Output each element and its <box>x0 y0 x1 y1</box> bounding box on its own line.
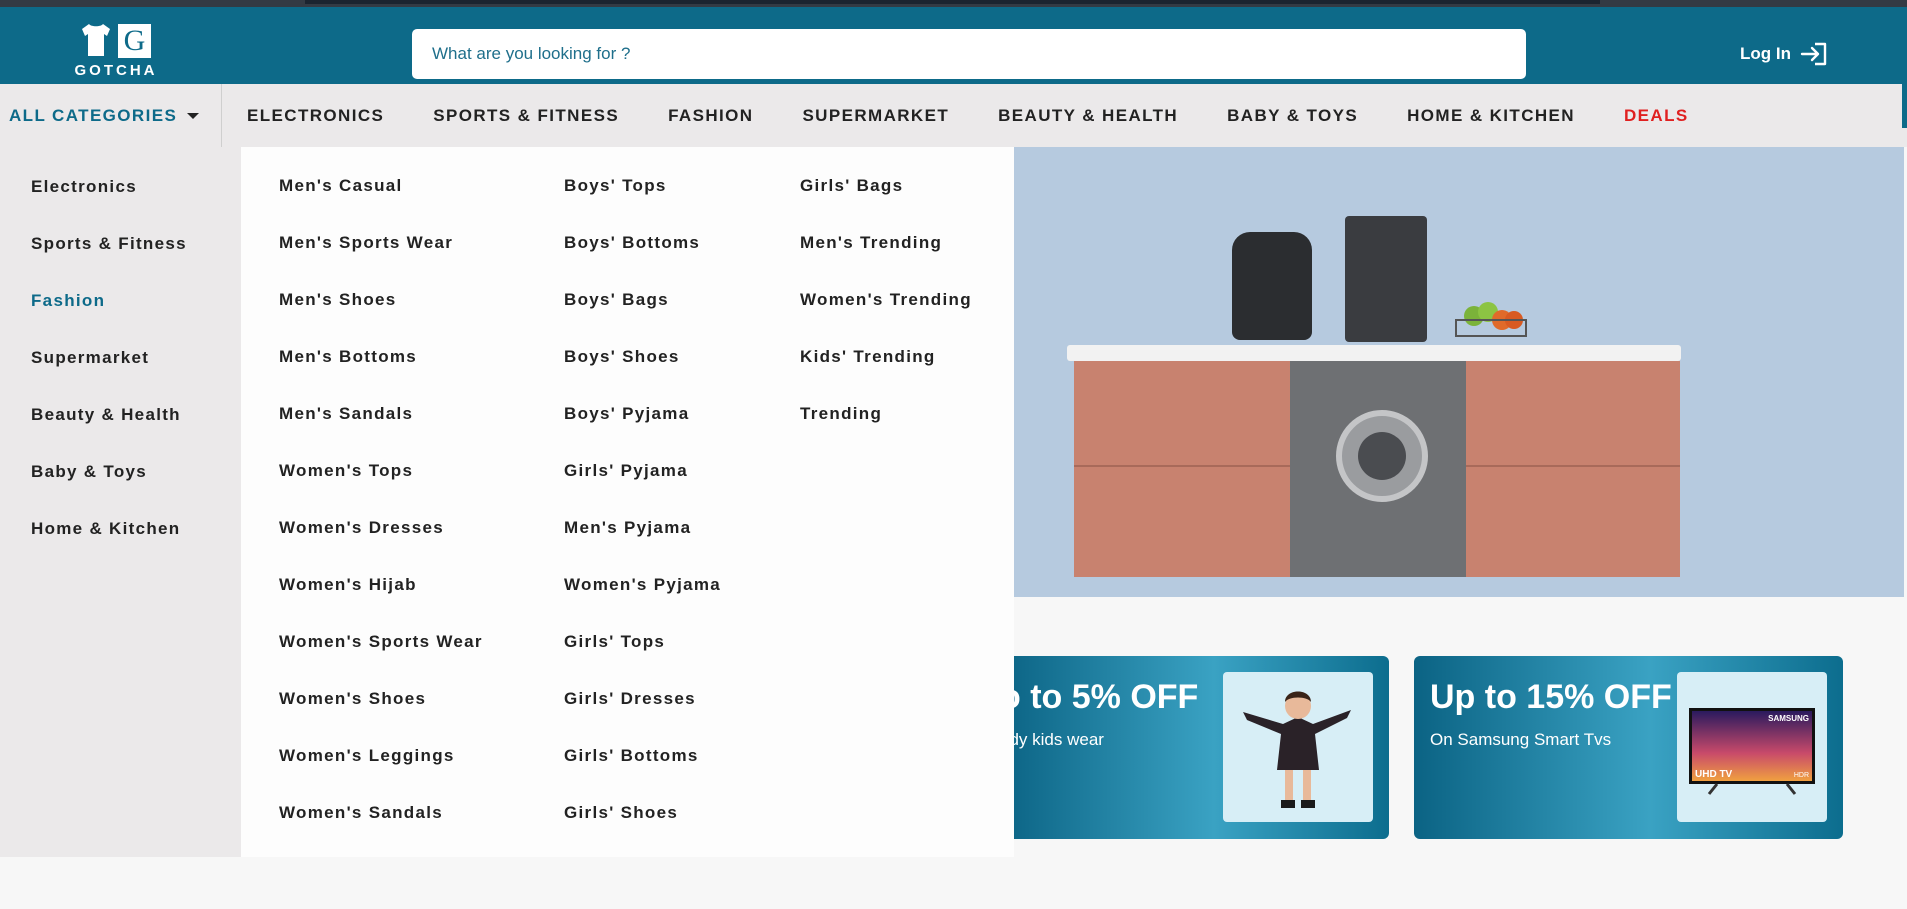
subcategory-link[interactable]: Women's Dresses <box>279 518 444 538</box>
subcategory-link[interactable]: Men's Sandals <box>279 404 413 424</box>
subcategory-link[interactable]: Girls' Pyjama <box>564 461 688 481</box>
subcategory-link[interactable]: Women's Tops <box>279 461 413 481</box>
tv-hdr-label: HDR <box>1794 772 1809 779</box>
search-bar[interactable] <box>412 29 1526 79</box>
site-header: G GOTCHA Log In <box>0 7 1907 84</box>
cabinet-left-image <box>1074 361 1290 577</box>
subcategory-link[interactable]: Boys' Bags <box>564 290 669 310</box>
air-fryer-image <box>1232 232 1312 340</box>
login-label: Log In <box>1740 44 1791 63</box>
subcategory-link[interactable]: Boys' Pyjama <box>564 404 689 424</box>
subcategory-link[interactable]: Men's Pyjama <box>564 518 691 538</box>
subcategory-link[interactable]: Women's Sandals <box>279 803 443 823</box>
subcategory-link[interactable]: Women's Pyjama <box>564 575 721 595</box>
category-item-supermarket[interactable]: Supermarket <box>31 348 149 368</box>
promo-subtitle: udy kids wear <box>1000 730 1104 749</box>
nav-link-sports-fitness[interactable]: SPORTS & FITNESS <box>433 106 619 126</box>
kid-image <box>1223 672 1373 822</box>
login-button[interactable]: Log In <box>1740 37 1829 71</box>
subcategory-link[interactable]: Women's Shoes <box>279 689 426 709</box>
fruit-basket-image <box>1455 302 1527 337</box>
nav-link-electronics[interactable]: ELECTRONICS <box>247 106 384 126</box>
gotcha-logo[interactable]: G GOTCHA <box>70 19 166 79</box>
countertop-image <box>1067 345 1681 361</box>
promo-title: o to 5% OFF <box>1000 678 1199 716</box>
subcategory-link[interactable]: Men's Trending <box>800 233 942 253</box>
washer-drum-image <box>1336 410 1428 502</box>
nav-link-baby-toys[interactable]: BABY & TOYS <box>1227 106 1358 126</box>
nav-links: ELECTRONICS SPORTS & FITNESS FASHION SUP… <box>247 84 1738 147</box>
subcategory-link[interactable]: Girls' Bags <box>800 176 903 196</box>
subcategory-link[interactable]: Trending <box>800 404 882 424</box>
nav-link-home-kitchen[interactable]: HOME & KITCHEN <box>1407 106 1575 126</box>
subcategory-link[interactable]: Men's Bottoms <box>279 347 417 367</box>
promo-subtitle: On Samsung Smart Tvs <box>1430 730 1612 749</box>
subcategory-link[interactable]: Kids' Trending <box>800 347 936 367</box>
category-item-home-kitchen[interactable]: Home & Kitchen <box>31 519 181 539</box>
category-item-sports-fitness[interactable]: Sports & Fitness <box>31 234 187 254</box>
tshirt-icon <box>82 24 110 56</box>
login-icon <box>1800 42 1827 66</box>
subcategory-link[interactable]: Boys' Tops <box>564 176 667 196</box>
all-categories-button[interactable]: ALL CATEGORIES <box>0 84 222 147</box>
search-input[interactable] <box>432 29 1512 79</box>
subcategory-link[interactable]: Women's Sports Wear <box>279 632 483 652</box>
browser-tab-strip <box>305 0 1600 4</box>
subcategory-link[interactable]: Women's Leggings <box>279 746 455 766</box>
category-item-beauty-health[interactable]: Beauty & Health <box>31 405 181 425</box>
mega-menu-dropdown: Electronics Sports & Fitness Fashion Sup… <box>0 147 1014 857</box>
subcategory-link[interactable]: Women's Hijab <box>279 575 417 595</box>
subcategory-link[interactable]: Girls' Tops <box>564 632 665 652</box>
subcategory-link[interactable]: Girls' Bottoms <box>564 746 699 766</box>
category-item-electronics[interactable]: Electronics <box>31 177 137 197</box>
samsung-tv-image: SAMSUNG UHD TV HDR <box>1677 672 1827 822</box>
all-categories-label: ALL CATEGORIES <box>9 105 178 125</box>
logo-wordmark: GOTCHA <box>74 62 158 79</box>
caret-down-icon <box>187 112 200 119</box>
subcategory-link[interactable]: Men's Shoes <box>279 290 397 310</box>
tv-uhd-label: UHD TV <box>1695 769 1733 780</box>
tv-brand-label: SAMSUNG <box>1768 714 1809 723</box>
subcategory-link[interactable]: Girls' Shoes <box>564 803 678 823</box>
promo-title: Up to 15% OFF <box>1430 678 1672 716</box>
nav-link-fashion[interactable]: FASHION <box>668 106 753 126</box>
nav-link-beauty-health[interactable]: BEAUTY & HEALTH <box>998 106 1178 126</box>
category-list: Electronics Sports & Fitness Fashion Sup… <box>0 147 241 857</box>
subcategory-link[interactable]: Boys' Bottoms <box>564 233 700 253</box>
logo-letter: G <box>118 24 151 58</box>
nav-link-supermarket[interactable]: SUPERMARKET <box>802 106 949 126</box>
subcategory-link[interactable]: Women's Trending <box>800 290 972 310</box>
navbar-scroll-edge <box>1902 84 1907 128</box>
cabinet-right-image <box>1466 361 1680 577</box>
subcategory-link[interactable]: Girls' Dresses <box>564 689 696 709</box>
promo-card-kids[interactable]: o to 5% OFF udy kids wear <box>1000 656 1389 839</box>
category-item-baby-toys[interactable]: Baby & Toys <box>31 462 147 482</box>
promo-card-samsung[interactable]: Up to 15% OFF On Samsung Smart Tvs SAMSU… <box>1414 656 1843 839</box>
browser-top-strip <box>0 0 1907 7</box>
nav-link-deals[interactable]: DEALS <box>1624 106 1689 126</box>
coffee-machine-image <box>1345 216 1427 342</box>
category-item-fashion[interactable]: Fashion <box>31 291 105 311</box>
subcategory-link[interactable]: Men's Sports Wear <box>279 233 453 253</box>
subcategory-link[interactable]: Boys' Shoes <box>564 347 680 367</box>
category-navbar: ALL CATEGORIES ELECTRONICS SPORTS & FITN… <box>0 84 1907 147</box>
subcategory-link[interactable]: Men's Casual <box>279 176 403 196</box>
